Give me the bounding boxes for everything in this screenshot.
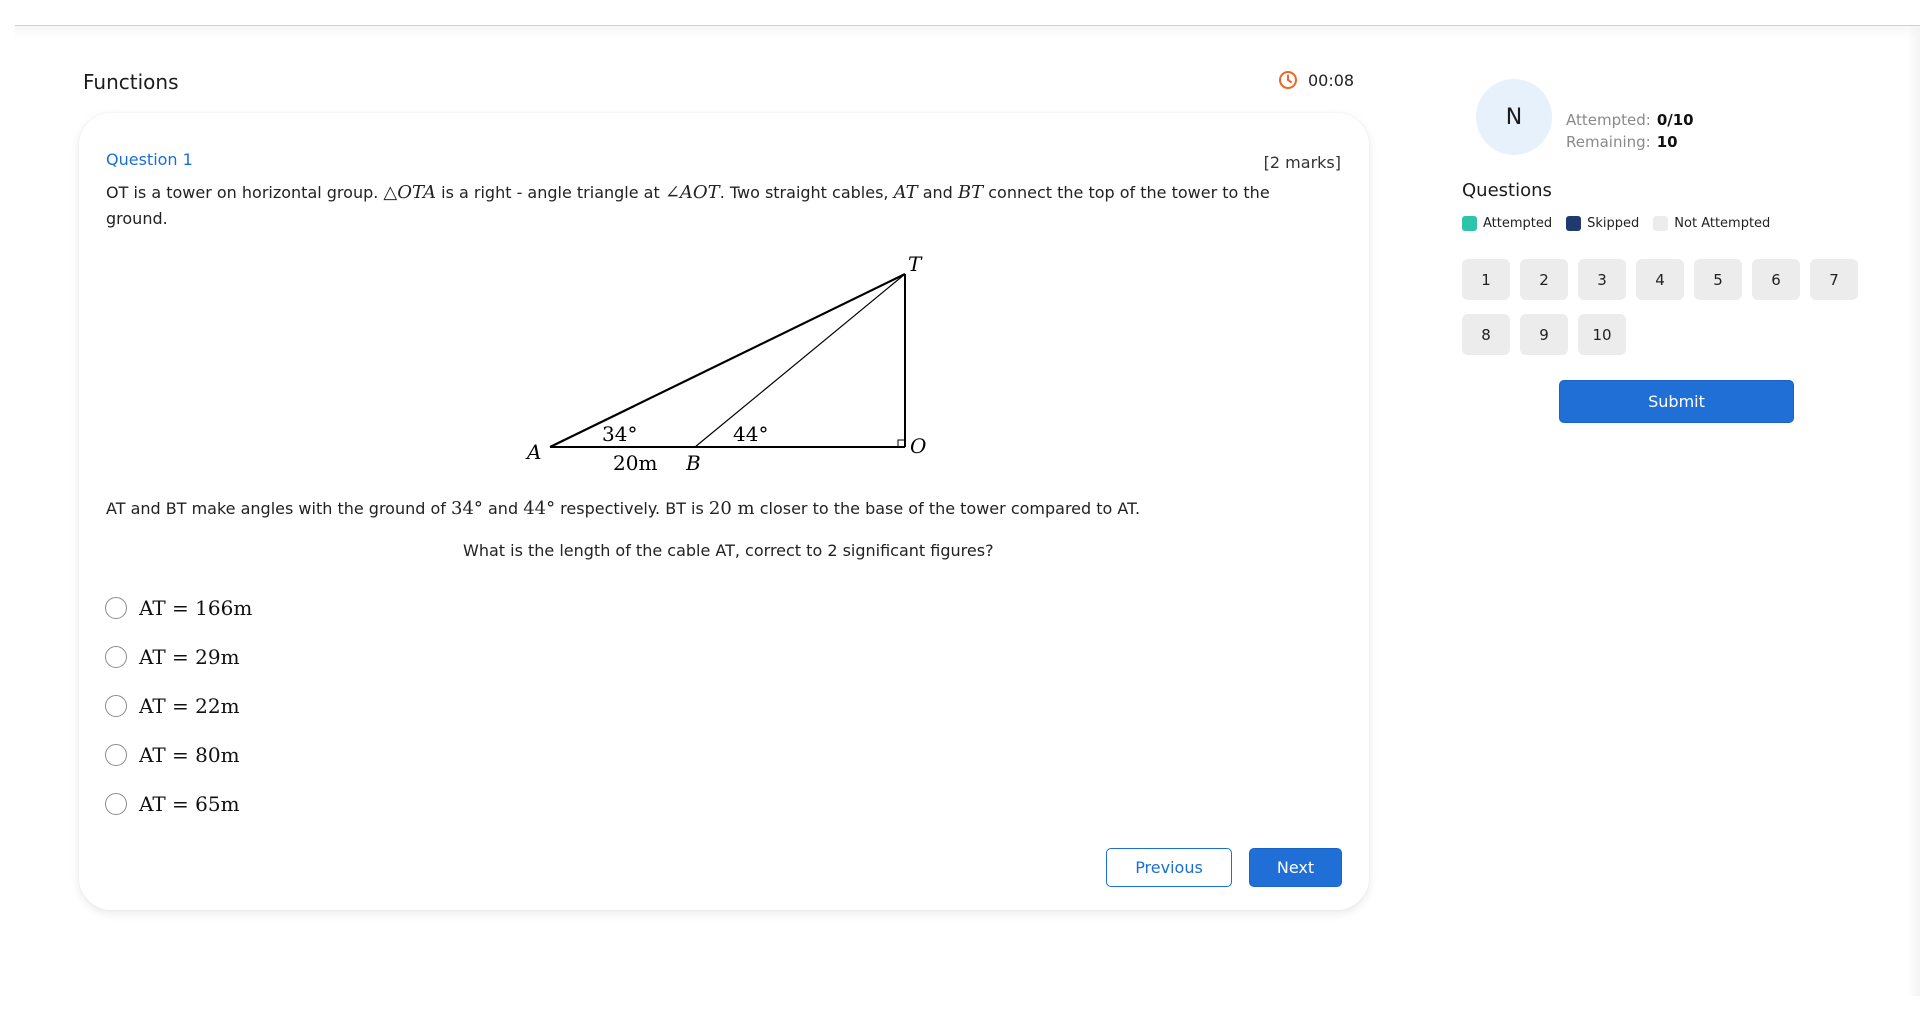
question-nav-button[interactable]: 6	[1752, 259, 1800, 300]
option-label: AT = 166m	[139, 595, 253, 620]
question-nav-button[interactable]: 9	[1520, 314, 1568, 355]
info-math: 20 m	[708, 498, 755, 519]
legend-skipped: Skipped	[1566, 216, 1639, 231]
remaining-stat: Remaining: 10	[1566, 131, 1694, 153]
submit-button[interactable]: Submit	[1559, 380, 1794, 423]
question-nav-button[interactable]: 5	[1694, 259, 1742, 300]
next-button[interactable]: Next	[1249, 848, 1342, 887]
info-math: 34°	[451, 498, 483, 519]
question-prompt: What is the length of the cable AT, corr…	[463, 541, 994, 560]
question-nav-button[interactable]: 10	[1578, 314, 1626, 355]
top-shadow	[15, 26, 1920, 40]
stem-text: OT is a tower on horizontal group.	[106, 183, 384, 202]
angle-a-label: 34°	[602, 422, 637, 446]
right-shadow	[1908, 26, 1920, 996]
legend-label: Skipped	[1587, 216, 1640, 231]
question-marks: [2 marks]	[1263, 153, 1341, 172]
stem-math: BT	[957, 182, 984, 203]
option-label: AT = 80m	[139, 742, 240, 767]
question-nav-button[interactable]: 3	[1578, 259, 1626, 300]
info-text: AT and BT make angles with the ground of	[106, 499, 451, 518]
question-navigator: 1 2 3 4 5 6 7 8 9 10	[1462, 259, 1862, 355]
radio-button[interactable]	[105, 694, 127, 717]
questions-heading: Questions	[1462, 180, 1552, 201]
progress-stats: Attempted: 0/10 Remaining: 10	[1566, 109, 1694, 153]
legend-label: Attempted	[1483, 216, 1553, 231]
question-stem: OT is a tower on horizontal group. △OTA …	[106, 180, 1316, 232]
label-b: B	[685, 451, 701, 475]
attempted-label: Attempted:	[1566, 111, 1651, 129]
question-nav-button[interactable]: 7	[1810, 259, 1858, 300]
answer-option[interactable]: AT = 65m	[105, 779, 252, 828]
question-info: AT and BT make angles with the ground of…	[106, 498, 1316, 519]
radio-button[interactable]	[105, 792, 127, 815]
remaining-value: 10	[1656, 133, 1678, 151]
legend-attempted: Attempted	[1462, 216, 1552, 231]
previous-button[interactable]: Previous	[1106, 848, 1232, 887]
stem-math: AT	[893, 182, 918, 203]
stem-text: is a right - angle triangle at	[436, 183, 665, 202]
remaining-label: Remaining:	[1566, 133, 1651, 151]
info-text: and	[482, 499, 524, 518]
answer-option[interactable]: AT = 166m	[105, 583, 252, 632]
quiz-title: Functions	[83, 70, 179, 94]
question-number: Question 1	[106, 150, 193, 169]
label-t: T	[908, 252, 923, 276]
option-label: AT = 65m	[139, 791, 240, 816]
option-label: AT = 29m	[139, 644, 240, 669]
skipped-swatch	[1566, 216, 1582, 231]
question-nav-button[interactable]: 1	[1462, 259, 1510, 300]
question-nav-button[interactable]: 4	[1636, 259, 1684, 300]
clock-icon	[1278, 70, 1298, 90]
attempted-swatch	[1462, 216, 1477, 231]
radio-button[interactable]	[105, 596, 127, 619]
answer-options: AT = 166m AT = 29m AT = 22m AT = 80m AT …	[105, 583, 252, 828]
question-nav-button[interactable]: 2	[1520, 259, 1568, 300]
distance-ab-label: 20m	[613, 451, 657, 475]
timer-value: 00:08	[1308, 70, 1355, 90]
label-o: O	[910, 434, 926, 458]
legend-not-attempted: Not Attempted	[1653, 216, 1770, 231]
radio-button[interactable]	[105, 743, 127, 766]
radio-button[interactable]	[105, 645, 127, 668]
triangle-diagram: T O A B 34° 44° 20m	[525, 252, 926, 475]
answer-option[interactable]: AT = 29m	[105, 632, 252, 681]
stem-text: and	[917, 183, 958, 202]
info-text: closer to the base of the tower compared…	[754, 499, 1141, 518]
attempted-stat: Attempted: 0/10	[1566, 109, 1694, 131]
timer: 00:08	[1278, 70, 1354, 90]
stem-math: △OTA	[383, 182, 437, 203]
stem-math: ∠AOT	[664, 182, 720, 203]
info-math: 44°	[523, 498, 556, 519]
option-label: AT = 22m	[139, 693, 240, 718]
status-legend: Attempted Skipped Not Attempted	[1462, 216, 1784, 231]
angle-b-label: 44°	[733, 422, 768, 446]
attempted-value: 0/10	[1656, 111, 1694, 129]
stem-text: . Two straight cables,	[719, 183, 894, 202]
right-angle-mark	[897, 439, 905, 447]
avatar: N	[1476, 79, 1552, 155]
not-attempted-swatch	[1653, 216, 1669, 231]
answer-option[interactable]: AT = 80m	[105, 730, 252, 779]
legend-label: Not Attempted	[1674, 216, 1771, 231]
label-a: A	[525, 440, 541, 464]
question-nav-button[interactable]: 8	[1462, 314, 1510, 355]
answer-option[interactable]: AT = 22m	[105, 681, 252, 730]
info-text: respectively. BT is	[555, 499, 709, 518]
